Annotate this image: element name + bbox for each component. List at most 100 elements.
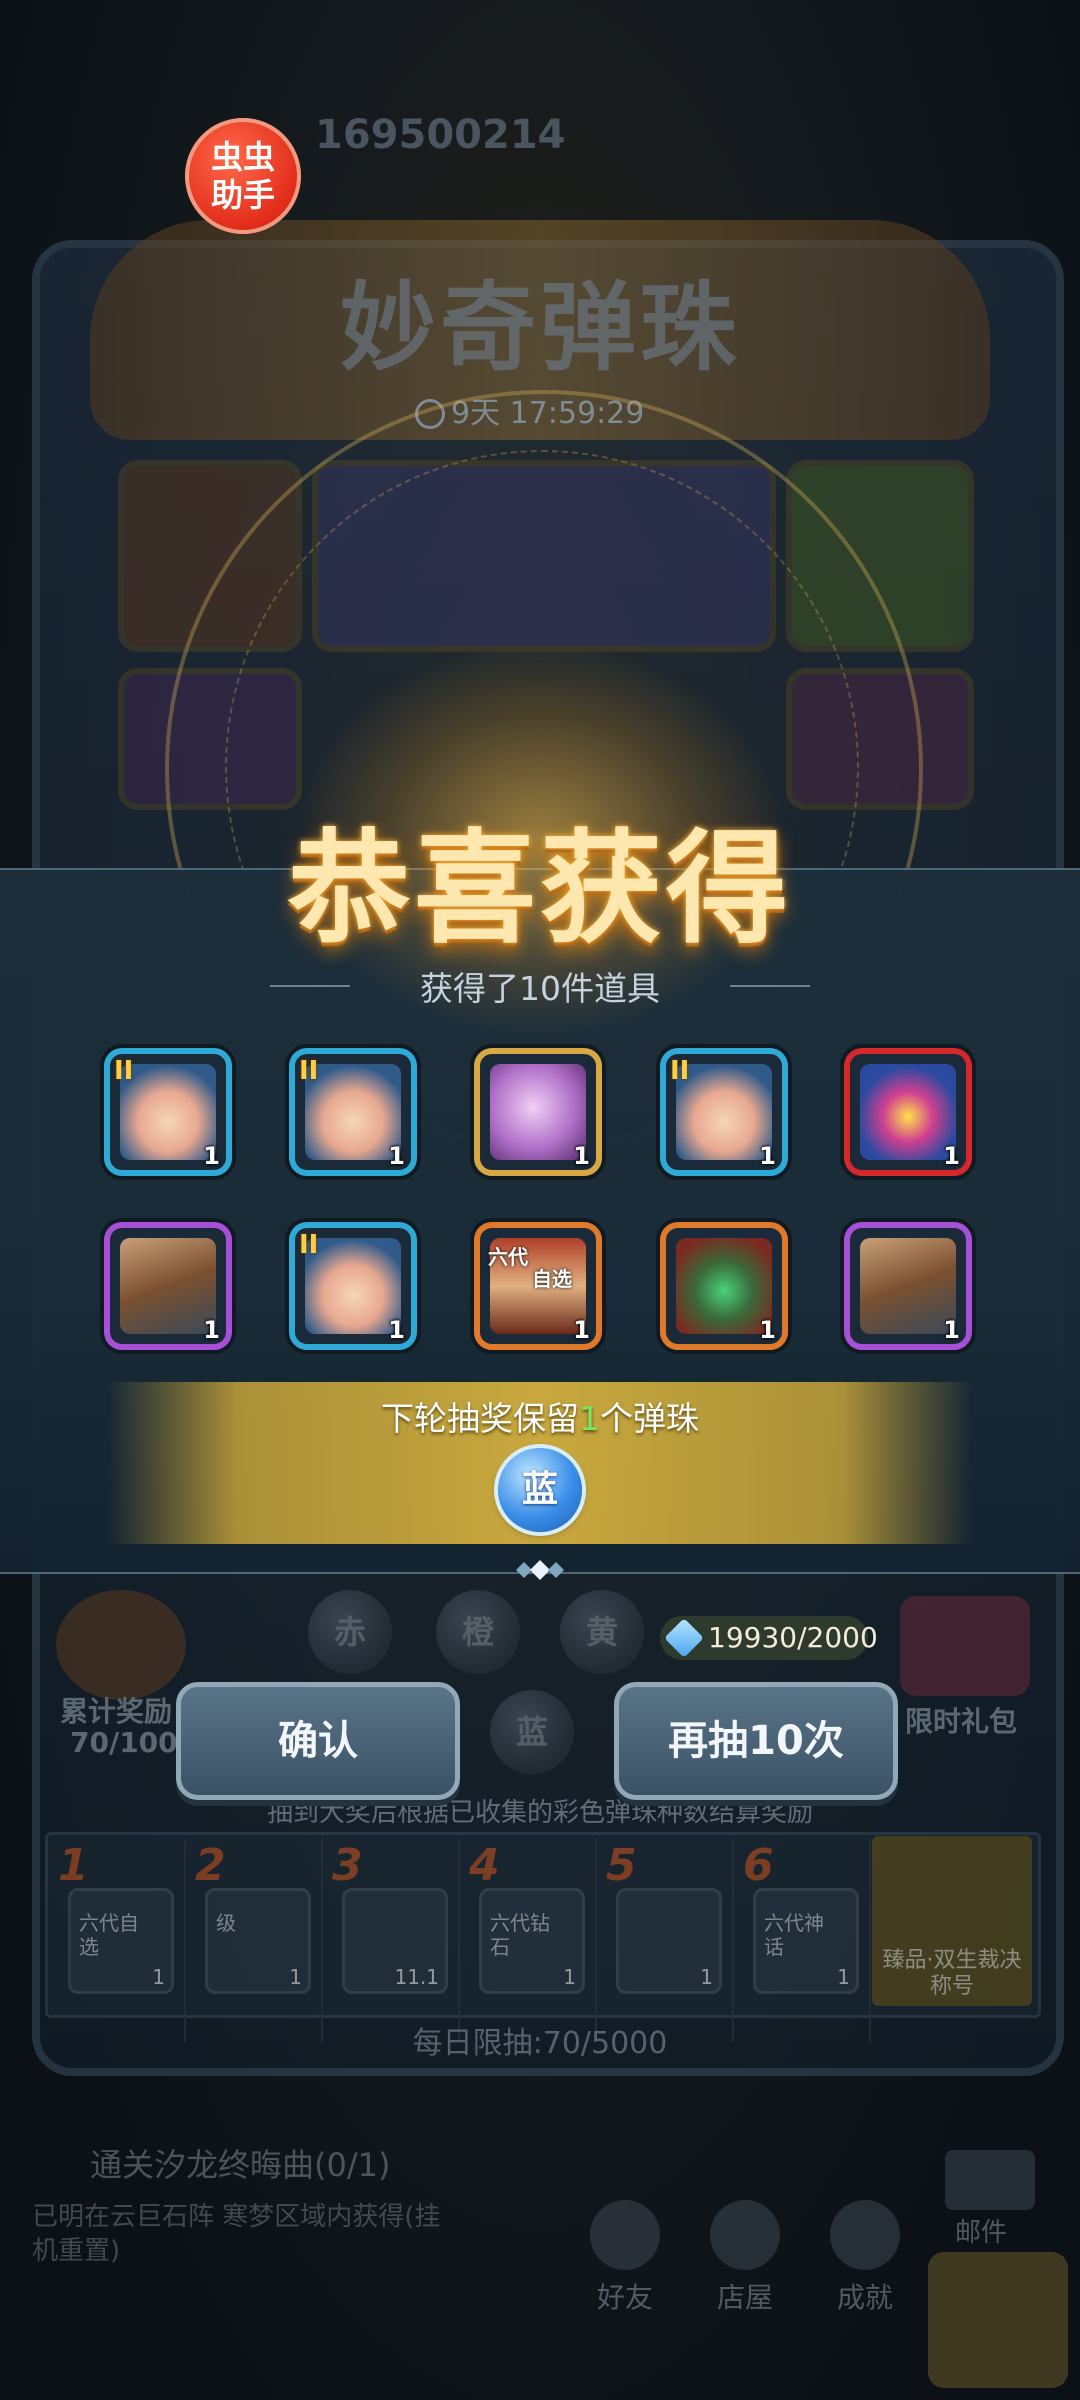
reward-item-blue-pouch[interactable]: II 1 xyxy=(104,1048,232,1176)
reward-slot-icon: 六代钻石 1 xyxy=(479,1888,585,1994)
reward-slot-count: 1 xyxy=(289,1965,302,1989)
reward-slot[interactable]: 2级1 xyxy=(187,1838,323,2042)
item-count: 1 xyxy=(759,1142,776,1170)
final-reward-slot[interactable]: 臻品·双生裁决称号 xyxy=(872,1836,1032,2006)
nav-friends-label: 好友 xyxy=(596,2281,653,2314)
shop-icon xyxy=(710,2200,780,2270)
gem-crest-icon xyxy=(860,1064,956,1160)
reward-slot-icon: 级1 xyxy=(205,1888,311,1994)
reward-item-bubble-orb[interactable]: 1 xyxy=(474,1048,602,1176)
treasure-chest-icon[interactable] xyxy=(56,1590,186,1700)
reward-slot-icon: 六代自选 1 xyxy=(68,1888,174,1994)
tier-badge: II xyxy=(299,1230,319,1260)
blue-pouch-icon xyxy=(676,1064,772,1160)
keep-suffix: 个弹珠 xyxy=(600,1399,699,1438)
item-count: 1 xyxy=(573,1316,590,1344)
nav-achievements[interactable]: 成就 xyxy=(810,2200,920,2316)
reward-slot-number: 6 xyxy=(743,1840,774,1891)
reward-item-mystery-plant[interactable]: 1 xyxy=(660,1222,788,1350)
item-count: 1 xyxy=(203,1316,220,1344)
share-arrow-icon[interactable] xyxy=(928,2252,1068,2388)
reward-item-blue-pouch[interactable]: II 1 xyxy=(289,1048,417,1176)
reward-slot-number: 3 xyxy=(332,1840,363,1891)
armor-crate-icon xyxy=(120,1238,216,1334)
reward-item-armor-crate[interactable]: 1 xyxy=(104,1222,232,1350)
reward-slot[interactable]: 1 六代自选 1 xyxy=(50,1838,186,2042)
nav-friends[interactable]: 好友 xyxy=(570,2200,680,2316)
quest-hint: 已明在云巨石阵 寒梦区域内获得(挂机重置) xyxy=(32,2202,441,2266)
diamond-ornament-icon xyxy=(516,1560,564,1580)
blue-pouch-icon xyxy=(305,1064,401,1160)
final-reward-label: 臻品·双生裁决称号 xyxy=(882,1948,1022,1999)
reward-slot-label: 六代钻石 xyxy=(490,1911,550,1959)
reward-slot-count: 11.1 xyxy=(394,1965,439,1989)
badge-line1: 虫虫 xyxy=(210,138,275,176)
mystery-plant-icon xyxy=(676,1238,772,1334)
reward-item-select-scroll[interactable]: 六代 自选 1 xyxy=(474,1222,602,1350)
marble-yellow: 黄 xyxy=(560,1590,644,1674)
reward-slot-count: 1 xyxy=(700,1965,713,1989)
item-tag: 六代 xyxy=(488,1245,528,1269)
gem-counter: 19930/2000 xyxy=(660,1616,878,1660)
daily-limit: 每日限抽:70/5000 xyxy=(412,2026,668,2061)
reward-slot[interactable]: 3 11.1 xyxy=(324,1838,460,2042)
draw-10-button[interactable]: 再抽10次 xyxy=(614,1682,898,1800)
event-title: 妙奇弹珠 xyxy=(340,272,740,384)
reward-slot[interactable]: 4 六代钻石 1 xyxy=(461,1838,597,2042)
popup-subtitle: 获得了10件道具 xyxy=(420,969,660,1008)
item-count: 1 xyxy=(203,1142,220,1170)
reward-slot[interactable]: 6 六代神话 1 xyxy=(735,1838,871,2042)
item-count: 1 xyxy=(943,1316,960,1344)
badge-line2: 助手 xyxy=(210,176,275,214)
reward-slot-label: 六代自选 xyxy=(79,1911,139,1959)
item-tag: 自选 xyxy=(532,1267,572,1291)
item-count: 1 xyxy=(943,1142,960,1170)
reward-slot-icon: 11.1 xyxy=(342,1888,448,1994)
confirm-button[interactable]: 确认 xyxy=(176,1682,460,1800)
reward-slot-label: 级 xyxy=(216,1911,236,1935)
reward-item-armor-crate[interactable]: 1 xyxy=(844,1222,972,1350)
user-id: 169500214 xyxy=(315,112,566,158)
cumulative-label: 累计奖励 xyxy=(60,1695,173,1728)
popup-title: 恭喜获得 xyxy=(288,818,792,960)
reward-slot-count: 1 xyxy=(152,1965,165,1989)
reward-slot-icon: 1 xyxy=(616,1888,722,1994)
reward-item-blue-pouch[interactable]: II 1 xyxy=(289,1222,417,1350)
keep-ball-text: 下轮抽奖保留1个弹珠 xyxy=(0,1392,1080,1440)
keep-count: 1 xyxy=(579,1399,600,1438)
reward-slot-label: 六代神话 xyxy=(764,1911,824,1959)
marble-red: 赤 xyxy=(308,1590,392,1674)
reward-slot[interactable]: 51 xyxy=(598,1838,734,2042)
armor-crate-icon xyxy=(860,1238,956,1334)
tier-badge: II xyxy=(114,1056,134,1086)
blue-pouch-icon xyxy=(305,1238,401,1334)
item-count: 1 xyxy=(388,1316,405,1344)
keep-prefix: 下轮抽奖保留 xyxy=(381,1399,579,1438)
gift-box-icon[interactable] xyxy=(900,1596,1030,1696)
mail-label: 邮件 xyxy=(955,2218,1008,2248)
bubble-orb-icon xyxy=(490,1064,586,1160)
quest-title[interactable]: 通关汐龙终晦曲(0/1) xyxy=(90,2140,390,2186)
item-count: 1 xyxy=(573,1142,590,1170)
achievements-icon xyxy=(830,2200,900,2270)
nav-shop[interactable]: 店屋 xyxy=(690,2200,800,2316)
tier-badge: II xyxy=(299,1056,319,1086)
friends-icon xyxy=(590,2200,660,2270)
chongchong-helper-badge[interactable]: 虫虫 助手 xyxy=(185,118,301,234)
crystal-icon xyxy=(664,1618,704,1658)
reward-slot-icon: 六代神话 1 xyxy=(753,1888,859,1994)
marble-blue: 蓝 xyxy=(490,1690,574,1774)
item-count: 1 xyxy=(388,1142,405,1170)
reward-item-blue-pouch[interactable]: II 1 xyxy=(660,1048,788,1176)
item-count: 1 xyxy=(759,1316,776,1344)
reward-slot-number: 4 xyxy=(469,1840,500,1891)
blue-marble-icon: 蓝 xyxy=(498,1448,582,1532)
mail-icon[interactable] xyxy=(945,2150,1035,2210)
reward-item-gem-crest[interactable]: 1 xyxy=(844,1048,972,1176)
reward-slot-number: 1 xyxy=(58,1840,89,1891)
marble-orange: 橙 xyxy=(436,1590,520,1674)
nav-achievements-label: 成就 xyxy=(836,2281,893,2314)
reward-slot-count: 1 xyxy=(563,1965,576,1989)
blue-pouch-icon xyxy=(120,1064,216,1160)
reward-slot-number: 5 xyxy=(606,1840,637,1891)
